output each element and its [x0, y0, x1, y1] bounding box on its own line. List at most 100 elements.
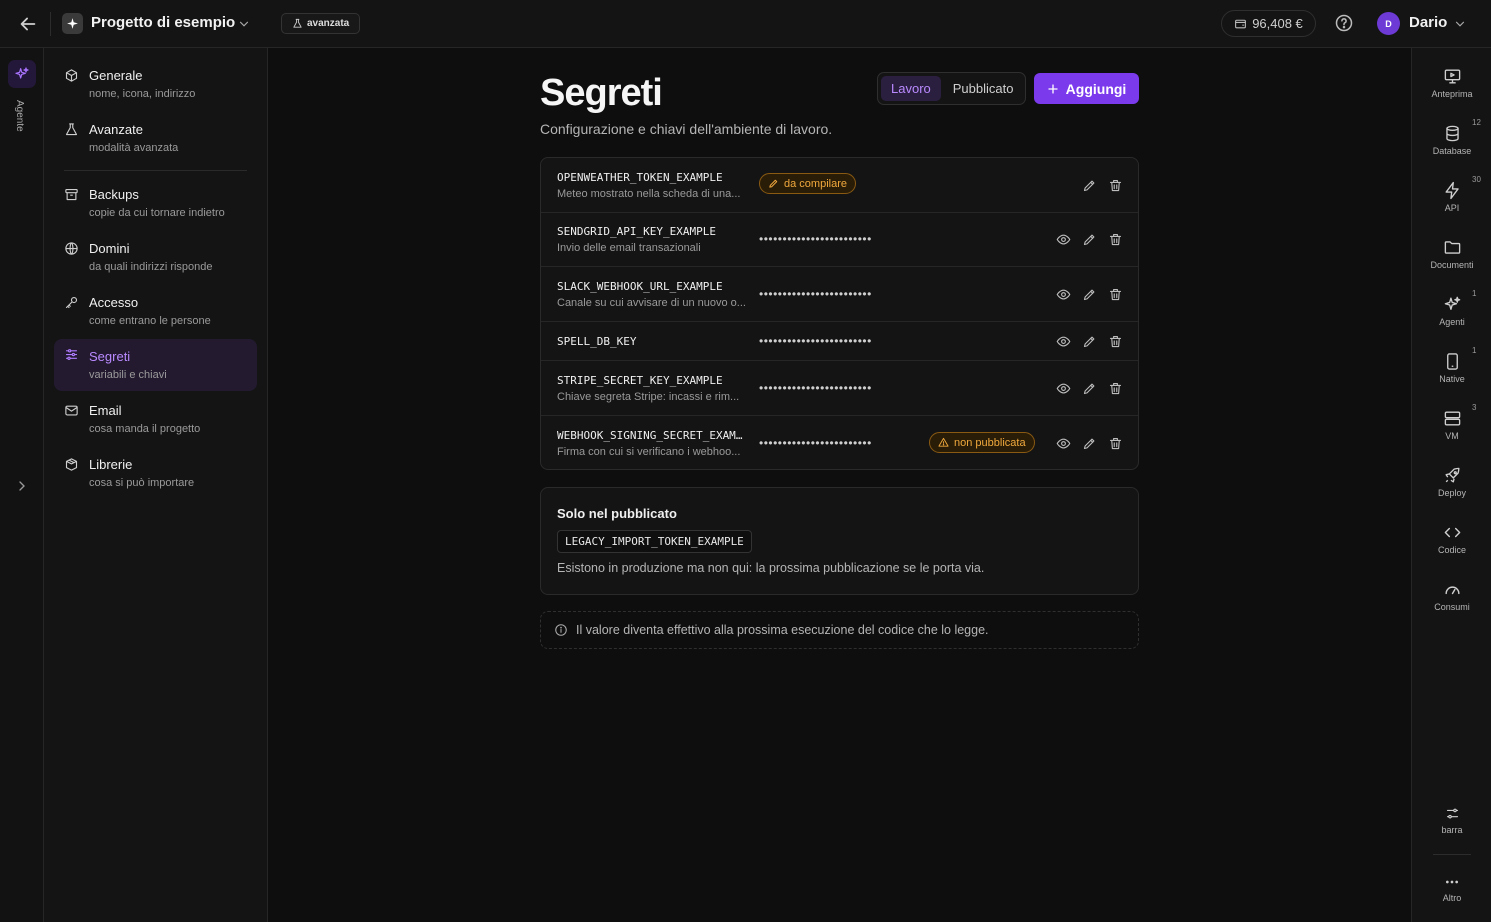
- tool-native[interactable]: 1 Native: [1412, 346, 1491, 398]
- secret-value-masked: ••••••••••••••••••••••••: [759, 232, 872, 246]
- edit-pencil-icon[interactable]: [1082, 436, 1097, 451]
- reveal-eye-icon[interactable]: [1056, 232, 1071, 247]
- secrets-list: OPENWEATHER_TOKEN_EXAMPLE Meteo mostrato…: [540, 157, 1139, 470]
- sidebar-item-label: Email: [89, 403, 122, 418]
- sidebar-item-label: Domini: [89, 241, 130, 256]
- tool-agenti[interactable]: 1 Agenti: [1412, 289, 1491, 341]
- bolt-icon: [1443, 181, 1462, 200]
- agent-label[interactable]: Agente: [14, 100, 25, 132]
- add-secret-label: Aggiungi: [1065, 80, 1127, 97]
- agent-sparkles-icon[interactable]: [8, 60, 36, 88]
- tool-codice[interactable]: Codice: [1412, 523, 1491, 569]
- secret-value-masked: ••••••••••••••••••••••••: [759, 436, 872, 450]
- secret-row[interactable]: STRIPE_SECRET_KEY_EXAMPLE Chiave segreta…: [541, 361, 1138, 416]
- tool-consumi[interactable]: Consumi: [1412, 580, 1491, 626]
- toggle-icon: [1445, 806, 1460, 821]
- delete-trash-icon[interactable]: [1108, 381, 1123, 396]
- project-logo-icon: [62, 13, 83, 34]
- sidebar-item-sub: come entrano le persone: [89, 315, 211, 327]
- credit-balance[interactable]: 96,408 €: [1221, 10, 1316, 37]
- tool-anteprima[interactable]: Anteprima: [1412, 67, 1491, 113]
- sidebar-item-backups[interactable]: Backups copie da cui tornare indietro: [54, 179, 257, 231]
- tool-documenti[interactable]: Documenti: [1412, 238, 1491, 284]
- reveal-eye-icon[interactable]: [1056, 381, 1071, 396]
- tool-label: Anteprima: [1431, 89, 1473, 99]
- sidebar-item-accesso[interactable]: Accesso come entrano le persone: [54, 287, 257, 339]
- agent-rail: Agente: [0, 48, 44, 922]
- secret-row[interactable]: SPELL_DB_KEY ••••••••••••••••••••••••: [541, 322, 1138, 361]
- sidebar-item-avanzate[interactable]: Avanzate modalità avanzata: [54, 114, 257, 166]
- published-secret-chip[interactable]: LEGACY_IMPORT_TOKEN_EXAMPLE: [557, 530, 752, 553]
- reveal-eye-icon[interactable]: [1056, 436, 1071, 451]
- sliders-icon: [64, 347, 79, 362]
- sidebar-item-domini[interactable]: Domini da quali indirizzi risponde: [54, 233, 257, 285]
- monitor-icon: [1443, 67, 1462, 86]
- mail-icon: [64, 403, 79, 418]
- secret-row[interactable]: SENDGRID_API_KEY_EXAMPLE Invio delle ema…: [541, 213, 1138, 267]
- user-chevron-down-icon[interactable]: [1453, 17, 1467, 31]
- delete-trash-icon[interactable]: [1108, 436, 1123, 451]
- delete-trash-icon[interactable]: [1108, 232, 1123, 247]
- user-name[interactable]: Dario: [1409, 14, 1447, 31]
- chevron-right-icon[interactable]: [14, 478, 30, 494]
- secret-row[interactable]: OPENWEATHER_TOKEN_EXAMPLE Meteo mostrato…: [541, 158, 1138, 213]
- sidebar-item-librerie[interactable]: Librerie cosa si può importare: [54, 449, 257, 501]
- tool-count: 1: [1472, 346, 1477, 355]
- sidebar-item-sub: cosa si può importare: [89, 477, 195, 489]
- wallet-icon: [1235, 19, 1247, 29]
- archive-icon: [64, 187, 79, 202]
- edit-pencil-icon[interactable]: [1082, 334, 1097, 349]
- tool-label: VM: [1445, 431, 1459, 441]
- project-chevron-down-icon[interactable]: [237, 17, 251, 31]
- sidebar-item-segreti[interactable]: Segreti variabili e chiavi: [54, 339, 257, 391]
- project-name[interactable]: Progetto di esempio: [91, 14, 235, 31]
- published-only-card: Solo nel pubblicato LEGACY_IMPORT_TOKEN_…: [540, 487, 1139, 595]
- tool-label: Altro: [1442, 893, 1462, 903]
- sidebar-item-label: Librerie: [89, 457, 133, 472]
- delete-trash-icon[interactable]: [1108, 334, 1123, 349]
- edit-pencil-icon[interactable]: [1082, 381, 1097, 396]
- tab-pubblicato[interactable]: Pubblicato: [943, 76, 1024, 101]
- delete-trash-icon[interactable]: [1108, 287, 1123, 302]
- tool-database[interactable]: 12 Database: [1412, 118, 1491, 170]
- back-arrow-icon[interactable]: [17, 13, 39, 35]
- avatar[interactable]: D: [1377, 12, 1400, 35]
- tool-vm[interactable]: 3 VM: [1412, 403, 1491, 455]
- sidebar-item-generale[interactable]: Generale nome, icona, indirizzo: [54, 60, 257, 112]
- secret-row[interactable]: WEBHOOK_SIGNING_SECRET_EXAM... Firma con…: [541, 416, 1138, 469]
- tool-api[interactable]: 30 API: [1412, 175, 1491, 227]
- secret-value-masked: ••••••••••••••••••••••••: [759, 334, 872, 348]
- tool-count: 1: [1472, 289, 1477, 298]
- status-badge: da compilare: [759, 173, 856, 194]
- page-subtitle: Configurazione e chiavi dell'ambiente di…: [540, 121, 833, 137]
- tool-count: 30: [1472, 175, 1481, 184]
- delete-trash-icon[interactable]: [1108, 178, 1123, 193]
- reveal-eye-icon[interactable]: [1056, 334, 1071, 349]
- code-icon: [1443, 523, 1462, 542]
- secret-description: Firma con cui si verificano i webhoo...: [557, 446, 741, 458]
- tool-barra[interactable]: barra: [1412, 806, 1491, 852]
- divider: [50, 12, 51, 36]
- flask-icon: [64, 122, 79, 137]
- sidebar-item-email[interactable]: Email cosa manda il progetto: [54, 395, 257, 447]
- sidebar-item-sub: cosa manda il progetto: [89, 423, 201, 435]
- published-only-note: Esistono in produzione ma non qui: la pr…: [557, 561, 985, 575]
- edit-pencil-icon[interactable]: [1082, 232, 1097, 247]
- main-panel: Segreti Configurazione e chiavi dell'amb…: [268, 48, 1411, 922]
- server-icon: [1443, 409, 1462, 428]
- secret-description: Canale su cui avvisare di un nuovo o...: [557, 297, 746, 309]
- secret-row[interactable]: SLACK_WEBHOOK_URL_EXAMPLE Canale su cui …: [541, 267, 1138, 322]
- tool-deploy[interactable]: Deploy: [1412, 466, 1491, 512]
- tab-lavoro[interactable]: Lavoro: [881, 76, 941, 101]
- secret-description: Meteo mostrato nella scheda di una...: [557, 188, 741, 200]
- edit-pencil-icon[interactable]: [1082, 287, 1097, 302]
- help-icon[interactable]: [1334, 13, 1354, 33]
- secret-value-masked: ••••••••••••••••••••••••: [759, 381, 872, 395]
- tool-altro[interactable]: Altro: [1412, 874, 1491, 920]
- mode-badge[interactable]: avanzata: [281, 13, 361, 34]
- edit-pencil-icon[interactable]: [1082, 178, 1097, 193]
- reveal-eye-icon[interactable]: [1056, 287, 1071, 302]
- pencil-icon: [769, 179, 778, 188]
- secret-name: SENDGRID_API_KEY_EXAMPLE: [557, 225, 716, 238]
- add-secret-button[interactable]: Aggiungi: [1034, 73, 1139, 104]
